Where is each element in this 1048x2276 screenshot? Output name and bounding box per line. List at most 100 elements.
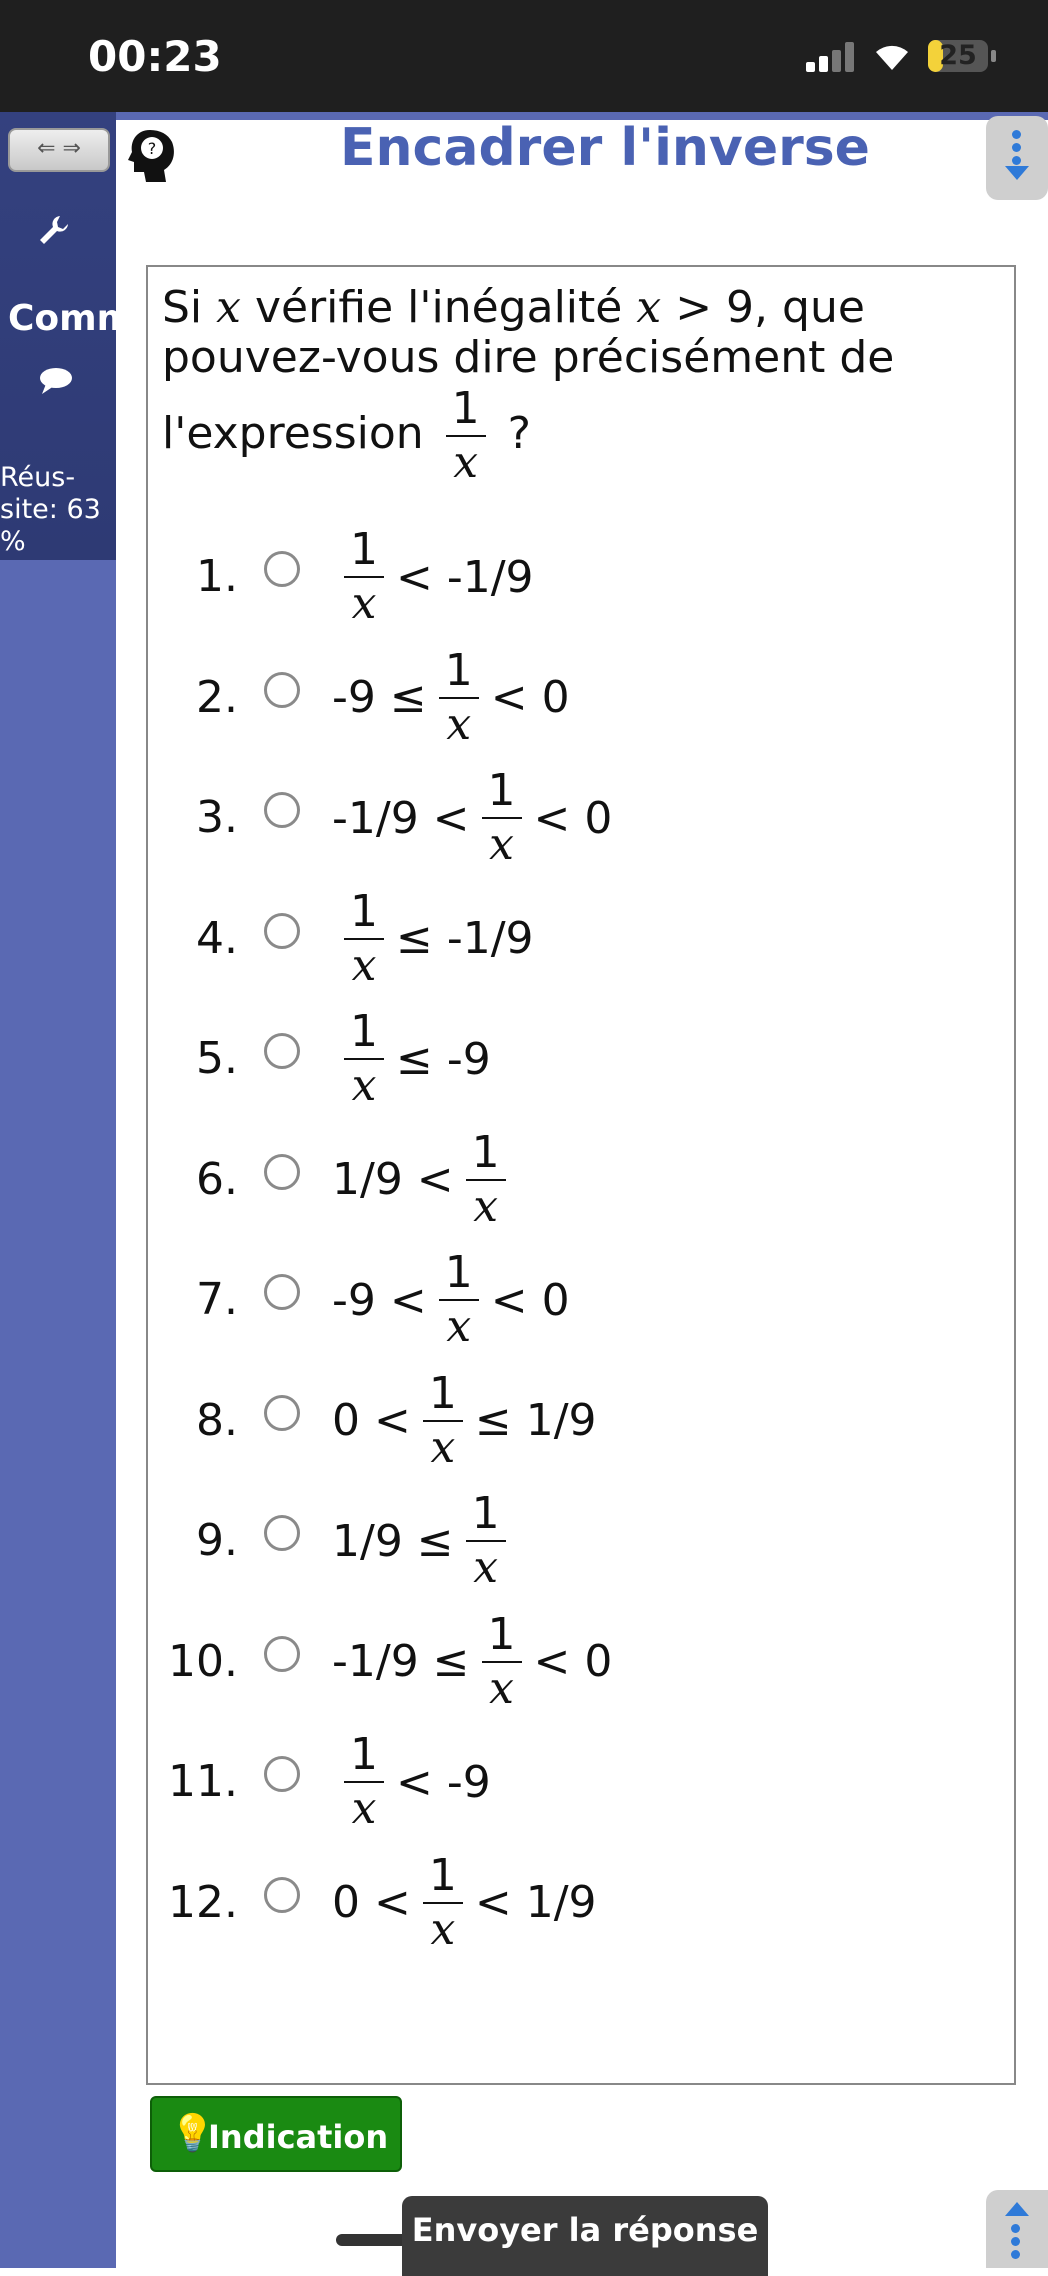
answer-option[interactable]: 8. 0 <1 x ≤ 1/9 <box>148 1361 1008 1481</box>
fraction-denominator: x <box>489 819 514 870</box>
expression-left: 1/9 ≤ <box>332 1515 454 1567</box>
expression-right: < -9 <box>396 1756 491 1808</box>
fraction-numerator: 1 <box>444 1247 473 1298</box>
fraction-one-over-x: 1x <box>465 1126 506 1233</box>
expression-left: -9 < <box>332 1274 427 1326</box>
option-expression: 0 < 1 x < 1/9 <box>328 1843 601 1963</box>
fraction-denominator: x <box>351 1783 377 1834</box>
answer-option[interactable]: 1. 1 x < -1/9 <box>148 517 1008 637</box>
expression-left: -9 ≤ <box>332 672 427 723</box>
thinking-head-icon[interactable]: ? <box>128 128 178 184</box>
fraction-numerator: 1 <box>444 644 473 696</box>
cellular-signal-icon <box>806 42 854 72</box>
fraction-one-over-x: 1x <box>344 1729 384 1835</box>
fraction-one-over-x: 1x <box>481 765 522 871</box>
fraction-denominator: x <box>473 1180 499 1232</box>
hint-button[interactable]: 💡 Indication <box>150 2096 402 2172</box>
radio-button[interactable] <box>264 671 300 708</box>
fraction-numerator: 1 <box>428 1367 457 1419</box>
option-number: 9. <box>196 1515 238 1566</box>
fraction-numerator: 1 <box>487 765 516 816</box>
option-expression: 1 x < -9 <box>328 1722 495 1842</box>
chat-icon[interactable] <box>38 366 74 404</box>
page-title: Encadrer l'inverse <box>340 118 870 178</box>
option-number: 10. <box>168 1635 238 1687</box>
status-bar: 00:23 25 <box>0 0 1048 112</box>
up-arrow-icon <box>1005 2202 1029 2216</box>
fraction-one-over-x: 1x <box>344 1006 384 1112</box>
sidebar: ⇐ ⇒ Comm Réus-site: 63 % <box>0 112 116 2268</box>
option-expression: 0 <1 x ≤ 1/9 <box>328 1361 601 1481</box>
radio-button[interactable] <box>264 1394 300 1431</box>
fraction-numerator: 1 <box>487 1608 516 1660</box>
expression-left: 0 < <box>332 1877 411 1928</box>
success-rate: Réus-site: 63 % <box>0 462 101 557</box>
option-expression: 1 x ≤ -1/9 <box>328 879 538 999</box>
hint-label: Indication <box>208 2118 389 2156</box>
expression-right: ≤ -9 <box>396 1033 491 1085</box>
radio-button[interactable] <box>264 1153 300 1190</box>
expression-left: 0 < <box>332 1395 411 1446</box>
radio-button[interactable] <box>264 551 300 587</box>
expression-left: 1/9 < <box>332 1154 454 1205</box>
answer-option[interactable]: 10. -1/9 ≤1 x < 0 <box>148 1602 1008 1722</box>
battery-icon: 25 <box>928 40 996 72</box>
fraction-numerator: 1 <box>451 383 480 434</box>
radio-button[interactable] <box>264 1876 300 1913</box>
option-expression: 1 x ≤ -9 <box>328 999 495 1119</box>
nav-arrows-button[interactable]: ⇐ ⇒ <box>8 128 110 172</box>
send-answer-button[interactable]: Envoyer la réponse <box>402 2196 768 2276</box>
slider-handle[interactable] <box>336 2234 410 2246</box>
option-number: 12. <box>168 1876 238 1928</box>
radio-button[interactable] <box>264 1274 300 1310</box>
question-end: ? <box>507 408 532 459</box>
radio-button[interactable] <box>264 1033 300 1069</box>
comments-label[interactable]: Comm <box>8 298 116 339</box>
fraction-numerator: 1 <box>350 1006 378 1057</box>
radio-button[interactable] <box>264 1635 300 1672</box>
expression-right: ≤ 1/9 <box>474 1395 597 1446</box>
expression-right: < 0 <box>533 1636 613 1687</box>
option-number: 3. <box>196 792 238 843</box>
fraction-denominator: x <box>430 1903 456 1955</box>
question-fraction: 1 x <box>445 383 486 489</box>
expression-right: < 0 <box>490 672 570 723</box>
fraction-numerator: 1 <box>471 1126 500 1178</box>
fraction-denominator: x <box>489 1662 514 1714</box>
fraction-one-over-x: 1x <box>422 1367 463 1474</box>
menu-button[interactable] <box>986 116 1048 200</box>
status-time: 00:23 <box>88 32 222 81</box>
radio-button[interactable] <box>264 1515 300 1551</box>
expression-right: < -1/9 <box>396 551 534 603</box>
radio-button[interactable] <box>264 1756 300 1792</box>
more-dots-icon <box>1010 126 1022 169</box>
fraction-numerator: 1 <box>428 1849 457 1901</box>
option-number: 7. <box>196 1274 238 1325</box>
answer-option[interactable]: 11. 1 x < -9 <box>148 1722 1008 1842</box>
answer-option[interactable]: 2. -9 ≤1 x < 0 <box>148 638 1008 758</box>
expression-right: < 0 <box>490 1274 570 1326</box>
question-text: Si x vérifie l'inégalité x > 9, que pouv… <box>162 283 1002 489</box>
fraction-numerator: 1 <box>350 1729 378 1780</box>
answer-option[interactable]: 9. 1/9 ≤1 x <box>148 1481 1008 1601</box>
option-number: 1. <box>196 551 238 602</box>
fraction-denominator: x <box>446 1301 472 1352</box>
answer-option[interactable]: 4. 1 x ≤ -1/9 <box>148 879 1008 999</box>
expression-right: < 1/9 <box>474 1877 597 1928</box>
scroll-top-button[interactable] <box>986 2190 1048 2268</box>
option-number: 6. <box>196 1153 238 1205</box>
answer-option[interactable]: 12. 0 < 1 x < 1/9 <box>148 1843 1008 1963</box>
answer-option[interactable]: 7. -9 < 1 x < 0 <box>148 1240 1008 1360</box>
fraction-denominator: x <box>351 578 377 629</box>
answer-option[interactable]: 5. 1 x ≤ -9 <box>148 999 1008 1119</box>
wrench-icon[interactable] <box>36 212 72 257</box>
answer-option[interactable]: 6. 1/9 <1 x <box>148 1120 1008 1240</box>
option-number: 2. <box>196 671 238 723</box>
expression-right: ≤ -1/9 <box>396 913 534 964</box>
answer-option[interactable]: 3. -1/9 <1 x < 0 <box>148 758 1008 878</box>
radio-button[interactable] <box>264 912 300 949</box>
option-expression: -1/9 <1 x < 0 <box>328 758 616 878</box>
option-number: 8. <box>196 1394 238 1446</box>
option-number: 5. <box>196 1033 238 1084</box>
radio-button[interactable] <box>264 792 300 828</box>
